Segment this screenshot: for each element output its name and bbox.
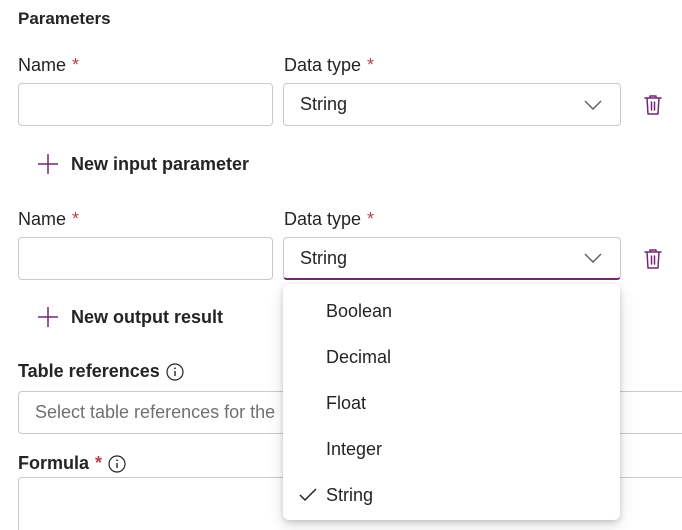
option-label: Decimal <box>326 346 392 367</box>
checkmark-icon <box>299 488 317 502</box>
output-datatype-select[interactable]: String <box>283 237 621 280</box>
datatype-dropdown-list: Boolean Decimal Float Integer String <box>283 284 620 520</box>
dropdown-option-boolean[interactable]: Boolean <box>283 288 620 334</box>
required-marker: * <box>95 453 103 473</box>
table-references-heading: Table references <box>18 361 184 382</box>
plus-icon <box>38 154 58 174</box>
required-marker: * <box>72 55 80 75</box>
input-datatype-select[interactable]: String <box>283 83 621 126</box>
parameters-title: Parameters <box>18 9 111 28</box>
input-name-field[interactable] <box>18 83 273 126</box>
new-input-parameter-button[interactable]: New input parameter <box>37 153 249 175</box>
input-datatype-label: Data type * <box>284 55 374 76</box>
formula-heading: Formula * <box>18 453 126 474</box>
output-datatype-value: String <box>300 247 348 268</box>
output-name-label-text: Name <box>18 209 67 229</box>
info-icon[interactable] <box>108 454 126 473</box>
option-label: Float <box>326 392 367 413</box>
dropdown-option-float[interactable]: Float <box>283 380 620 426</box>
table-references-label: Table references <box>18 361 160 381</box>
option-label: Integer <box>326 438 383 459</box>
input-name-label-text: Name <box>18 55 67 75</box>
required-marker: * <box>72 209 80 229</box>
input-name-label: Name * <box>18 55 79 76</box>
table-references-placeholder: Select table references for the <box>35 402 276 422</box>
output-datatype-label-text: Data type <box>284 209 362 229</box>
delete-input-trash-icon[interactable] <box>643 94 663 116</box>
parameters-panel: Parameters Name * Data type * String New i… <box>0 0 682 530</box>
chevron-down-icon <box>584 253 602 263</box>
input-datatype-value: String <box>300 94 348 114</box>
output-name-label: Name * <box>18 209 79 230</box>
new-output-result-label: New output result <box>71 306 223 327</box>
option-label: Boolean <box>326 300 393 321</box>
delete-output-trash-icon[interactable] <box>643 248 663 270</box>
info-icon[interactable] <box>166 362 184 381</box>
dropdown-option-string[interactable]: String <box>283 472 620 518</box>
output-name-field[interactable] <box>18 237 273 280</box>
new-input-parameter-label: New input parameter <box>71 153 250 174</box>
required-marker: * <box>367 209 375 229</box>
chevron-down-icon <box>584 100 602 110</box>
formula-label: Formula <box>18 453 90 473</box>
new-output-result-button[interactable]: New output result <box>37 306 223 328</box>
required-marker: * <box>367 55 375 75</box>
dropdown-option-integer[interactable]: Integer <box>283 426 620 472</box>
output-datatype-label: Data type * <box>284 209 374 230</box>
input-datatype-label-text: Data type <box>284 55 362 75</box>
option-label: String <box>326 484 374 505</box>
plus-icon <box>38 307 58 327</box>
dropdown-option-decimal[interactable]: Decimal <box>283 334 620 380</box>
